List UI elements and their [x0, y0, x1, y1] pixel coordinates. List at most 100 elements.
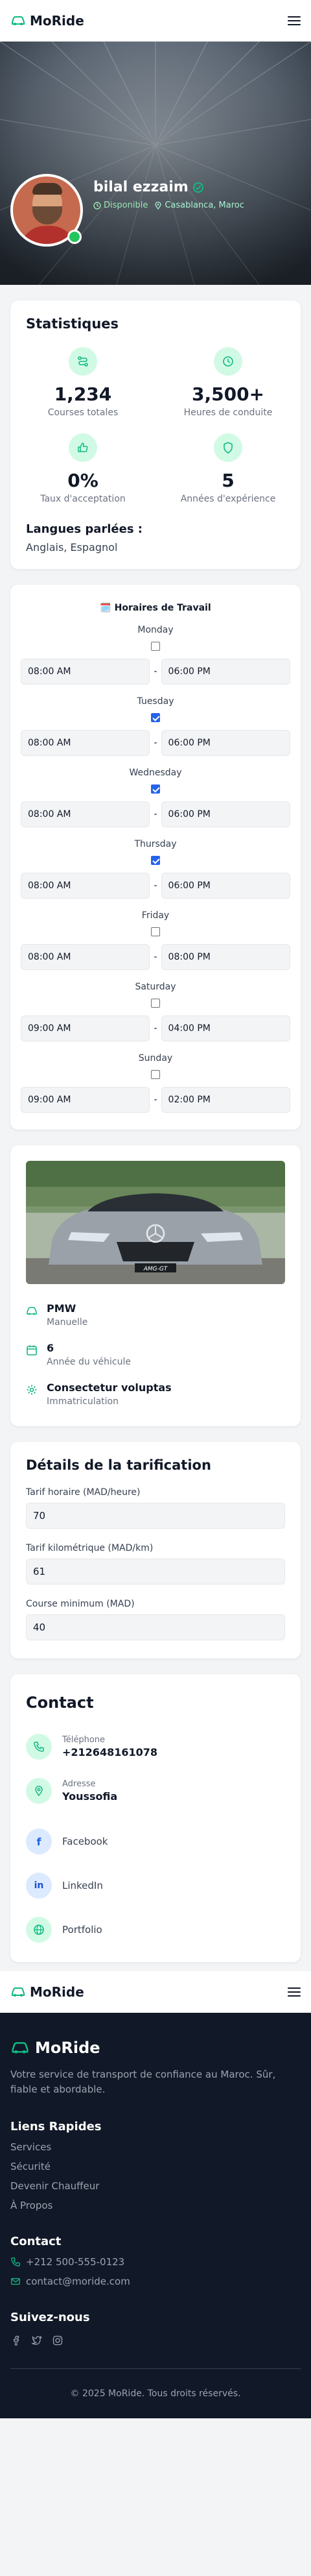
start-time-input[interactable]: 08:00 AM — [21, 944, 150, 970]
footer-social-icons — [10, 2335, 301, 2346]
contact-phone[interactable]: Téléphone +212648161078 — [10, 1734, 301, 1760]
menu-icon[interactable] — [288, 16, 301, 25]
end-time-input[interactable]: 06:00 PM — [161, 801, 290, 827]
footer-brand: MoRide — [35, 2039, 100, 2057]
start-time-input[interactable]: 08:00 AM — [21, 659, 150, 685]
end-time-input[interactable]: 08:00 PM — [161, 944, 290, 970]
stat-driving-hours: 3,500+ Heures de conduite — [156, 347, 301, 418]
day-name: Monday — [137, 625, 174, 635]
plate-text: AMG-GT — [143, 1266, 168, 1272]
brand-logo[interactable]: MoRide — [10, 1984, 84, 2000]
schedule-day-monday: Monday 08:00 AM -06:00 PM — [10, 625, 301, 685]
start-time-input[interactable]: 08:00 AM — [21, 730, 150, 756]
day-name: Tuesday — [137, 696, 174, 707]
languages-value: Anglais, Espagnol — [26, 541, 118, 553]
vehicle-year-label: Année du véhicule — [47, 1357, 131, 1367]
twitter-icon[interactable] — [31, 2335, 43, 2346]
hourly-rate-field: Tarif horaire (MAD/heure) 70 — [10, 1487, 301, 1529]
menu-icon[interactable] — [288, 1987, 301, 1997]
map-pin-icon — [155, 201, 161, 210]
linkedin-link[interactable]: in LinkedIn — [10, 1873, 301, 1899]
day-enabled-checkbox[interactable] — [151, 927, 160, 936]
verified-icon — [192, 182, 203, 193]
time-separator: - — [154, 1023, 157, 1034]
schedule-day-saturday: Saturday 09:00 AM -04:00 PM — [10, 982, 301, 1041]
instagram-icon[interactable] — [52, 2335, 63, 2346]
footer-logo: MoRide — [10, 2039, 301, 2057]
address-label: Adresse — [62, 1779, 96, 1789]
time-separator: - — [154, 666, 157, 677]
brand-logo[interactable]: MoRide — [10, 13, 84, 29]
schedule-day-tuesday: Tuesday 08:00 AM -06:00 PM — [10, 696, 301, 756]
shield-icon — [214, 433, 242, 462]
footer-link-securite[interactable]: Sécurité — [10, 2161, 301, 2172]
day-name: Wednesday — [129, 768, 182, 778]
start-time-input[interactable]: 08:00 AM — [21, 873, 150, 899]
portfolio-link[interactable]: Portfolio — [10, 1917, 301, 1943]
footer-contact-title: Contact — [10, 2235, 62, 2248]
stat-total-rides: 1,234 Courses totales — [10, 347, 156, 418]
car-logo-icon — [12, 1987, 25, 1997]
end-time-input[interactable]: 06:00 PM — [161, 873, 290, 899]
end-time-input[interactable]: 02:00 PM — [161, 1087, 290, 1113]
stat-experience: 5 Années d'expérience — [156, 433, 301, 504]
start-time-input[interactable]: 08:00 AM — [21, 801, 150, 827]
day-enabled-checkbox[interactable] — [151, 1070, 160, 1079]
pricing-title: Détails de la tarification — [26, 1457, 211, 1473]
end-time-input[interactable]: 06:00 PM — [161, 659, 290, 685]
hourly-rate-input[interactable]: 70 — [26, 1503, 285, 1529]
phone-label: Téléphone — [62, 1735, 106, 1745]
brand-name: MoRide — [30, 1984, 84, 2000]
footer-email[interactable]: contact@moride.com — [10, 2276, 301, 2287]
footer-links-title: Liens Rapides — [10, 2120, 102, 2133]
start-time-input[interactable]: 09:00 AM — [21, 1015, 150, 1041]
day-enabled-checkbox[interactable] — [151, 856, 160, 865]
footer-link-services[interactable]: Services — [10, 2141, 301, 2153]
field-label: Tarif kilométrique (MAD/km) — [26, 1543, 154, 1553]
vehicle-registration-label: Immatriculation — [47, 1396, 119, 1407]
stat-label: Années d'expérience — [180, 494, 276, 504]
phone-icon — [11, 2257, 20, 2266]
footer-link-devenir-chauffeur[interactable]: Devenir Chauffeur — [10, 2180, 301, 2192]
clock-icon — [214, 347, 242, 376]
car-logo-icon — [12, 16, 25, 25]
brand-name: MoRide — [30, 13, 84, 29]
profile-summary: bilal ezzaim Disponible Casablanca, Maro… — [10, 174, 244, 247]
footer-link-a-propos[interactable]: À Propos — [10, 2200, 301, 2211]
start-time-input[interactable]: 09:00 AM — [21, 1087, 150, 1113]
globe-icon — [26, 1917, 52, 1943]
day-enabled-checkbox[interactable] — [151, 642, 160, 651]
vehicle-registration: Consectetur voluptas Immatriculation — [26, 1381, 285, 1407]
map-pin-icon — [26, 1778, 52, 1804]
vehicle-transmission: Manuelle — [47, 1317, 88, 1328]
end-time-input[interactable]: 06:00 PM — [161, 730, 290, 756]
contact-title: Contact — [26, 1694, 94, 1712]
schedule-day-friday: Friday 08:00 AM -08:00 PM — [10, 910, 301, 970]
minimum-fare-input[interactable]: 40 — [26, 1614, 285, 1640]
day-enabled-checkbox[interactable] — [151, 784, 160, 794]
footer-copyright: © 2025 MoRide. Tous droits réservés. — [70, 2388, 241, 2399]
facebook-link[interactable]: f Facebook — [10, 1829, 301, 1854]
minimum-fare-field: Course minimum (MAD) 40 — [10, 1599, 301, 1640]
gear-icon — [27, 1385, 37, 1395]
footer-follow-title: Suivez-nous — [10, 2311, 90, 2324]
calendar-icon — [27, 1345, 37, 1355]
footer-phone[interactable]: +212 500-555-0123 — [10, 2256, 301, 2268]
vehicle-model: PMW Manuelle — [26, 1302, 285, 1328]
km-rate-input[interactable]: 61 — [26, 1559, 285, 1585]
day-enabled-checkbox[interactable] — [151, 713, 160, 722]
pricing-card: Détails de la tarification Tarif horaire… — [10, 1442, 301, 1659]
time-separator: - — [154, 1095, 157, 1105]
stats-card: Statistiques 1,234 Courses totales 3,500… — [10, 300, 301, 569]
end-time-input[interactable]: 04:00 PM — [161, 1015, 290, 1041]
stat-value: 1,234 — [54, 383, 112, 405]
stat-label: Courses totales — [47, 407, 119, 418]
facebook-icon[interactable] — [10, 2335, 22, 2346]
contact-card: Contact Téléphone +212648161078 Adresse … — [10, 1674, 301, 1962]
time-separator: - — [154, 809, 157, 820]
clock-icon — [93, 201, 101, 210]
location-badge: Casablanca, Maroc — [154, 200, 244, 210]
stat-label: Heures de conduite — [183, 407, 273, 418]
day-enabled-checkbox[interactable] — [151, 999, 160, 1008]
field-label: Tarif horaire (MAD/heure) — [26, 1487, 141, 1498]
